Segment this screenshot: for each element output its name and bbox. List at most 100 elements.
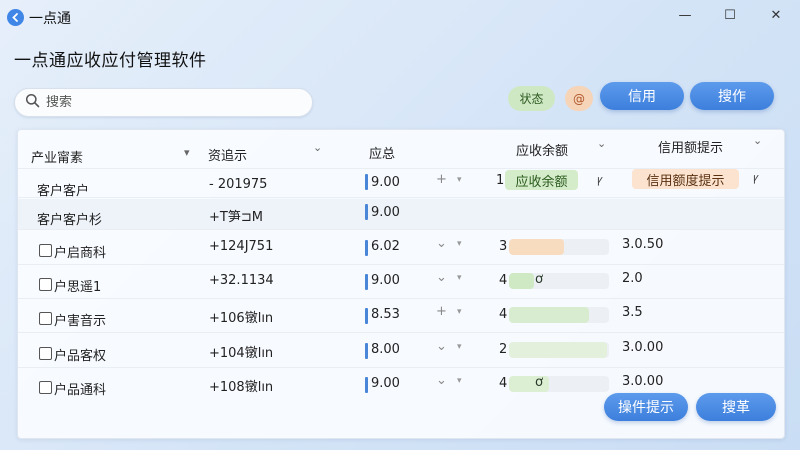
column-header-info[interactable]: 资追示 (208, 145, 247, 164)
amount-marker (365, 174, 368, 190)
operate-button[interactable]: 搜作 (690, 82, 774, 110)
customer-info: +104镦lın (209, 346, 274, 361)
app-logo-icon (7, 9, 24, 26)
window-title: 一点通 (29, 11, 71, 27)
row-checkbox[interactable] (39, 381, 52, 394)
balance-progress (509, 239, 609, 255)
amount-marker (365, 377, 368, 393)
operation-tip-button[interactable]: 操件提示 (604, 393, 688, 421)
add-icon[interactable]: + (436, 172, 447, 187)
amount-value: 8.53 (371, 307, 400, 322)
credit-button[interactable]: 信用 (600, 82, 684, 110)
chevron-down-icon[interactable]: ⌄ (313, 141, 322, 154)
progress-fill (509, 239, 564, 255)
row-divider (18, 264, 784, 265)
dropdown-icon[interactable]: ▾ (457, 342, 462, 352)
amount-marker (365, 274, 368, 290)
amount-marker (365, 343, 368, 359)
row-checkbox[interactable] (39, 312, 52, 325)
balance-progress (509, 342, 609, 358)
table-row[interactable] (18, 199, 784, 229)
title-bar: 一点通 — ☐ ✕ (0, 0, 800, 34)
mention-chip[interactable]: @ (565, 86, 593, 111)
amount-value: 9.00 (371, 273, 400, 288)
amount-value: 9.00 (371, 205, 400, 220)
row-count: 3 (499, 239, 508, 254)
row-count: 4 (499, 307, 508, 322)
row-divider (18, 197, 784, 198)
search-input[interactable] (46, 95, 286, 110)
amount-value: 8.00 (371, 342, 400, 357)
amount-marker (365, 308, 368, 324)
minimize-icon[interactable]: — (671, 3, 699, 27)
column-header-credit[interactable]: 信用额提示 (658, 137, 723, 156)
row-count: 2 (499, 342, 508, 357)
customer-info: +106镦lın (209, 311, 274, 326)
progress-mark: ơ (535, 273, 543, 287)
row-checkbox[interactable] (39, 278, 52, 291)
progress-mark: ơ (535, 376, 543, 390)
row-divider (18, 367, 784, 368)
chevron-down-icon[interactable]: ⌄ (436, 373, 447, 388)
row-checkbox[interactable] (39, 347, 52, 360)
sort-arrow-icon[interactable]: ▾ (184, 146, 190, 159)
balance-progress (509, 307, 609, 323)
maximize-icon[interactable]: ☐ (716, 3, 744, 27)
amount-marker (365, 204, 368, 220)
amount-value: 9.00 (371, 175, 400, 190)
credit-value: 2.0 (622, 271, 643, 286)
expand-icon[interactable]: ꝩ (753, 170, 759, 185)
balance-progress: ơ (509, 376, 609, 392)
add-icon[interactable]: + (436, 304, 447, 319)
search-button[interactable]: 搜革 (696, 393, 776, 421)
chevron-down-icon[interactable]: ⌄ (436, 236, 447, 251)
credit-value: 3.0.00 (622, 374, 664, 389)
row-count: 4 (499, 273, 508, 288)
customer-info: - 201975 (209, 177, 268, 192)
customer-name: 户品客权 (54, 349, 107, 364)
close-icon[interactable]: ✕ (762, 3, 790, 27)
chevron-down-icon[interactable]: ⌄ (436, 270, 447, 285)
row-checkbox[interactable] (39, 244, 52, 257)
dropdown-icon[interactable]: ▾ (457, 175, 462, 185)
chevron-down-icon[interactable]: ⌄ (597, 137, 606, 150)
row-divider (18, 229, 784, 230)
amount-marker (365, 240, 368, 256)
progress-fill (509, 273, 534, 289)
row-divider (18, 332, 784, 333)
row-count: 4 (499, 376, 508, 391)
page-title: 一点通应收应付管理软件 (14, 51, 207, 71)
expand-icon[interactable]: ꝩ (597, 172, 603, 187)
balance-tag: 应收余额 (505, 170, 578, 190)
row-count: 1 (496, 173, 505, 188)
progress-fill (509, 342, 607, 358)
column-header-balance[interactable]: 应收余额 (516, 140, 568, 159)
row-divider (18, 298, 784, 299)
search-icon (25, 93, 40, 112)
credit-tag: 信用额度提示 (632, 169, 739, 189)
progress-fill (509, 376, 549, 392)
customer-name: 户害音示 (54, 314, 107, 329)
dropdown-icon[interactable]: ▾ (457, 376, 462, 386)
balance-progress: ơ (509, 273, 609, 289)
search-box[interactable] (14, 88, 313, 117)
dropdown-icon[interactable]: ▾ (457, 307, 462, 317)
chevron-down-icon[interactable]: ⌄ (436, 339, 447, 354)
column-header-customer[interactable]: 产业甯素 (31, 147, 83, 166)
status-chip[interactable]: 状态 (508, 86, 555, 111)
customer-info: +T笋⊐M (209, 210, 263, 225)
customer-info: +108镦lın (209, 380, 274, 395)
credit-value: 3.5 (622, 305, 643, 320)
dropdown-icon[interactable]: ▾ (457, 273, 462, 283)
credit-value: 3.0.50 (622, 237, 664, 252)
customer-name: 户思遥1 (54, 280, 102, 295)
customer-info: +32.1134 (209, 273, 274, 288)
customer-name: 户启商科 (54, 246, 107, 261)
dropdown-icon[interactable]: ▾ (457, 239, 462, 249)
amount-value: 9.00 (371, 376, 400, 391)
customer-info: +124J751 (209, 239, 274, 254)
chevron-down-icon[interactable]: ⌄ (753, 134, 762, 147)
credit-value: 3.0.00 (622, 340, 664, 355)
amount-value: 6.02 (371, 239, 400, 254)
column-header-total[interactable]: 应总 (369, 143, 395, 162)
